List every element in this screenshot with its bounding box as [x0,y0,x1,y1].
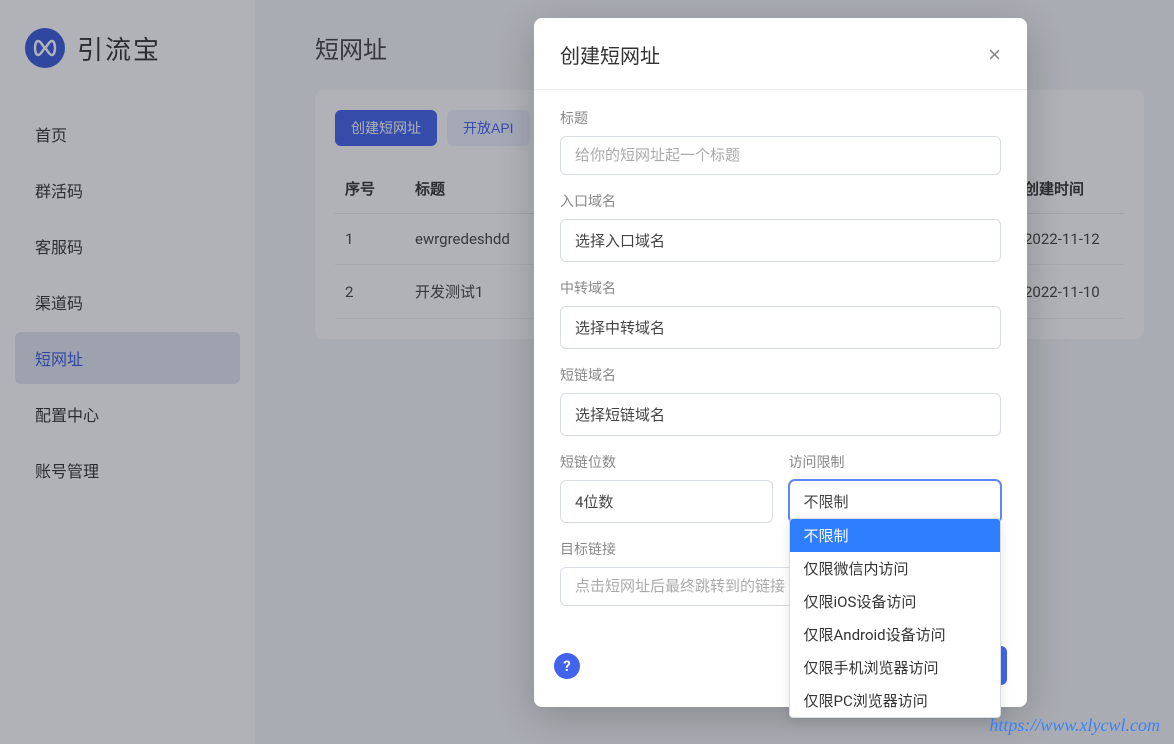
label-short-length: 短链位数 [560,452,773,472]
access-limit-select[interactable]: 不限制 [789,480,1002,523]
create-short-url-modal: 创建短网址 × 标题 入口域名 选择入口域名 中转域名 选择中转域名 短链域名 … [534,18,1027,707]
modal-body: 标题 入口域名 选择入口域名 中转域名 选择中转域名 短链域名 选择短链域名 短… [534,90,1027,632]
modal-title: 创建短网址 [560,40,660,69]
short-domain-select[interactable]: 选择短链域名 [560,393,1001,436]
watermark: https://www.xlycwl.com [989,715,1160,736]
help-icon[interactable]: ? [554,653,580,679]
label-short-domain: 短链域名 [560,365,1001,385]
modal-header: 创建短网址 × [534,18,1027,90]
dropdown-item[interactable]: 不限制 [790,519,1001,552]
dropdown-item[interactable]: 仅限Android设备访问 [790,618,1001,651]
short-length-select[interactable]: 4位数 [560,480,773,523]
dropdown-item[interactable]: 仅限PC浏览器访问 [790,684,1001,717]
dropdown-item[interactable]: 仅限iOS设备访问 [790,585,1001,618]
access-limit-dropdown: 不限制 仅限微信内访问 仅限iOS设备访问 仅限Android设备访问 仅限手机… [789,518,1002,718]
entry-domain-select[interactable]: 选择入口域名 [560,219,1001,262]
label-title: 标题 [560,108,1001,128]
dropdown-item[interactable]: 仅限手机浏览器访问 [790,651,1001,684]
relay-domain-select[interactable]: 选择中转域名 [560,306,1001,349]
close-icon[interactable]: × [988,42,1001,68]
title-input[interactable] [560,136,1001,175]
dropdown-item[interactable]: 仅限微信内访问 [790,552,1001,585]
label-entry-domain: 入口域名 [560,191,1001,211]
label-relay-domain: 中转域名 [560,278,1001,298]
label-access-limit: 访问限制 [789,452,1002,472]
